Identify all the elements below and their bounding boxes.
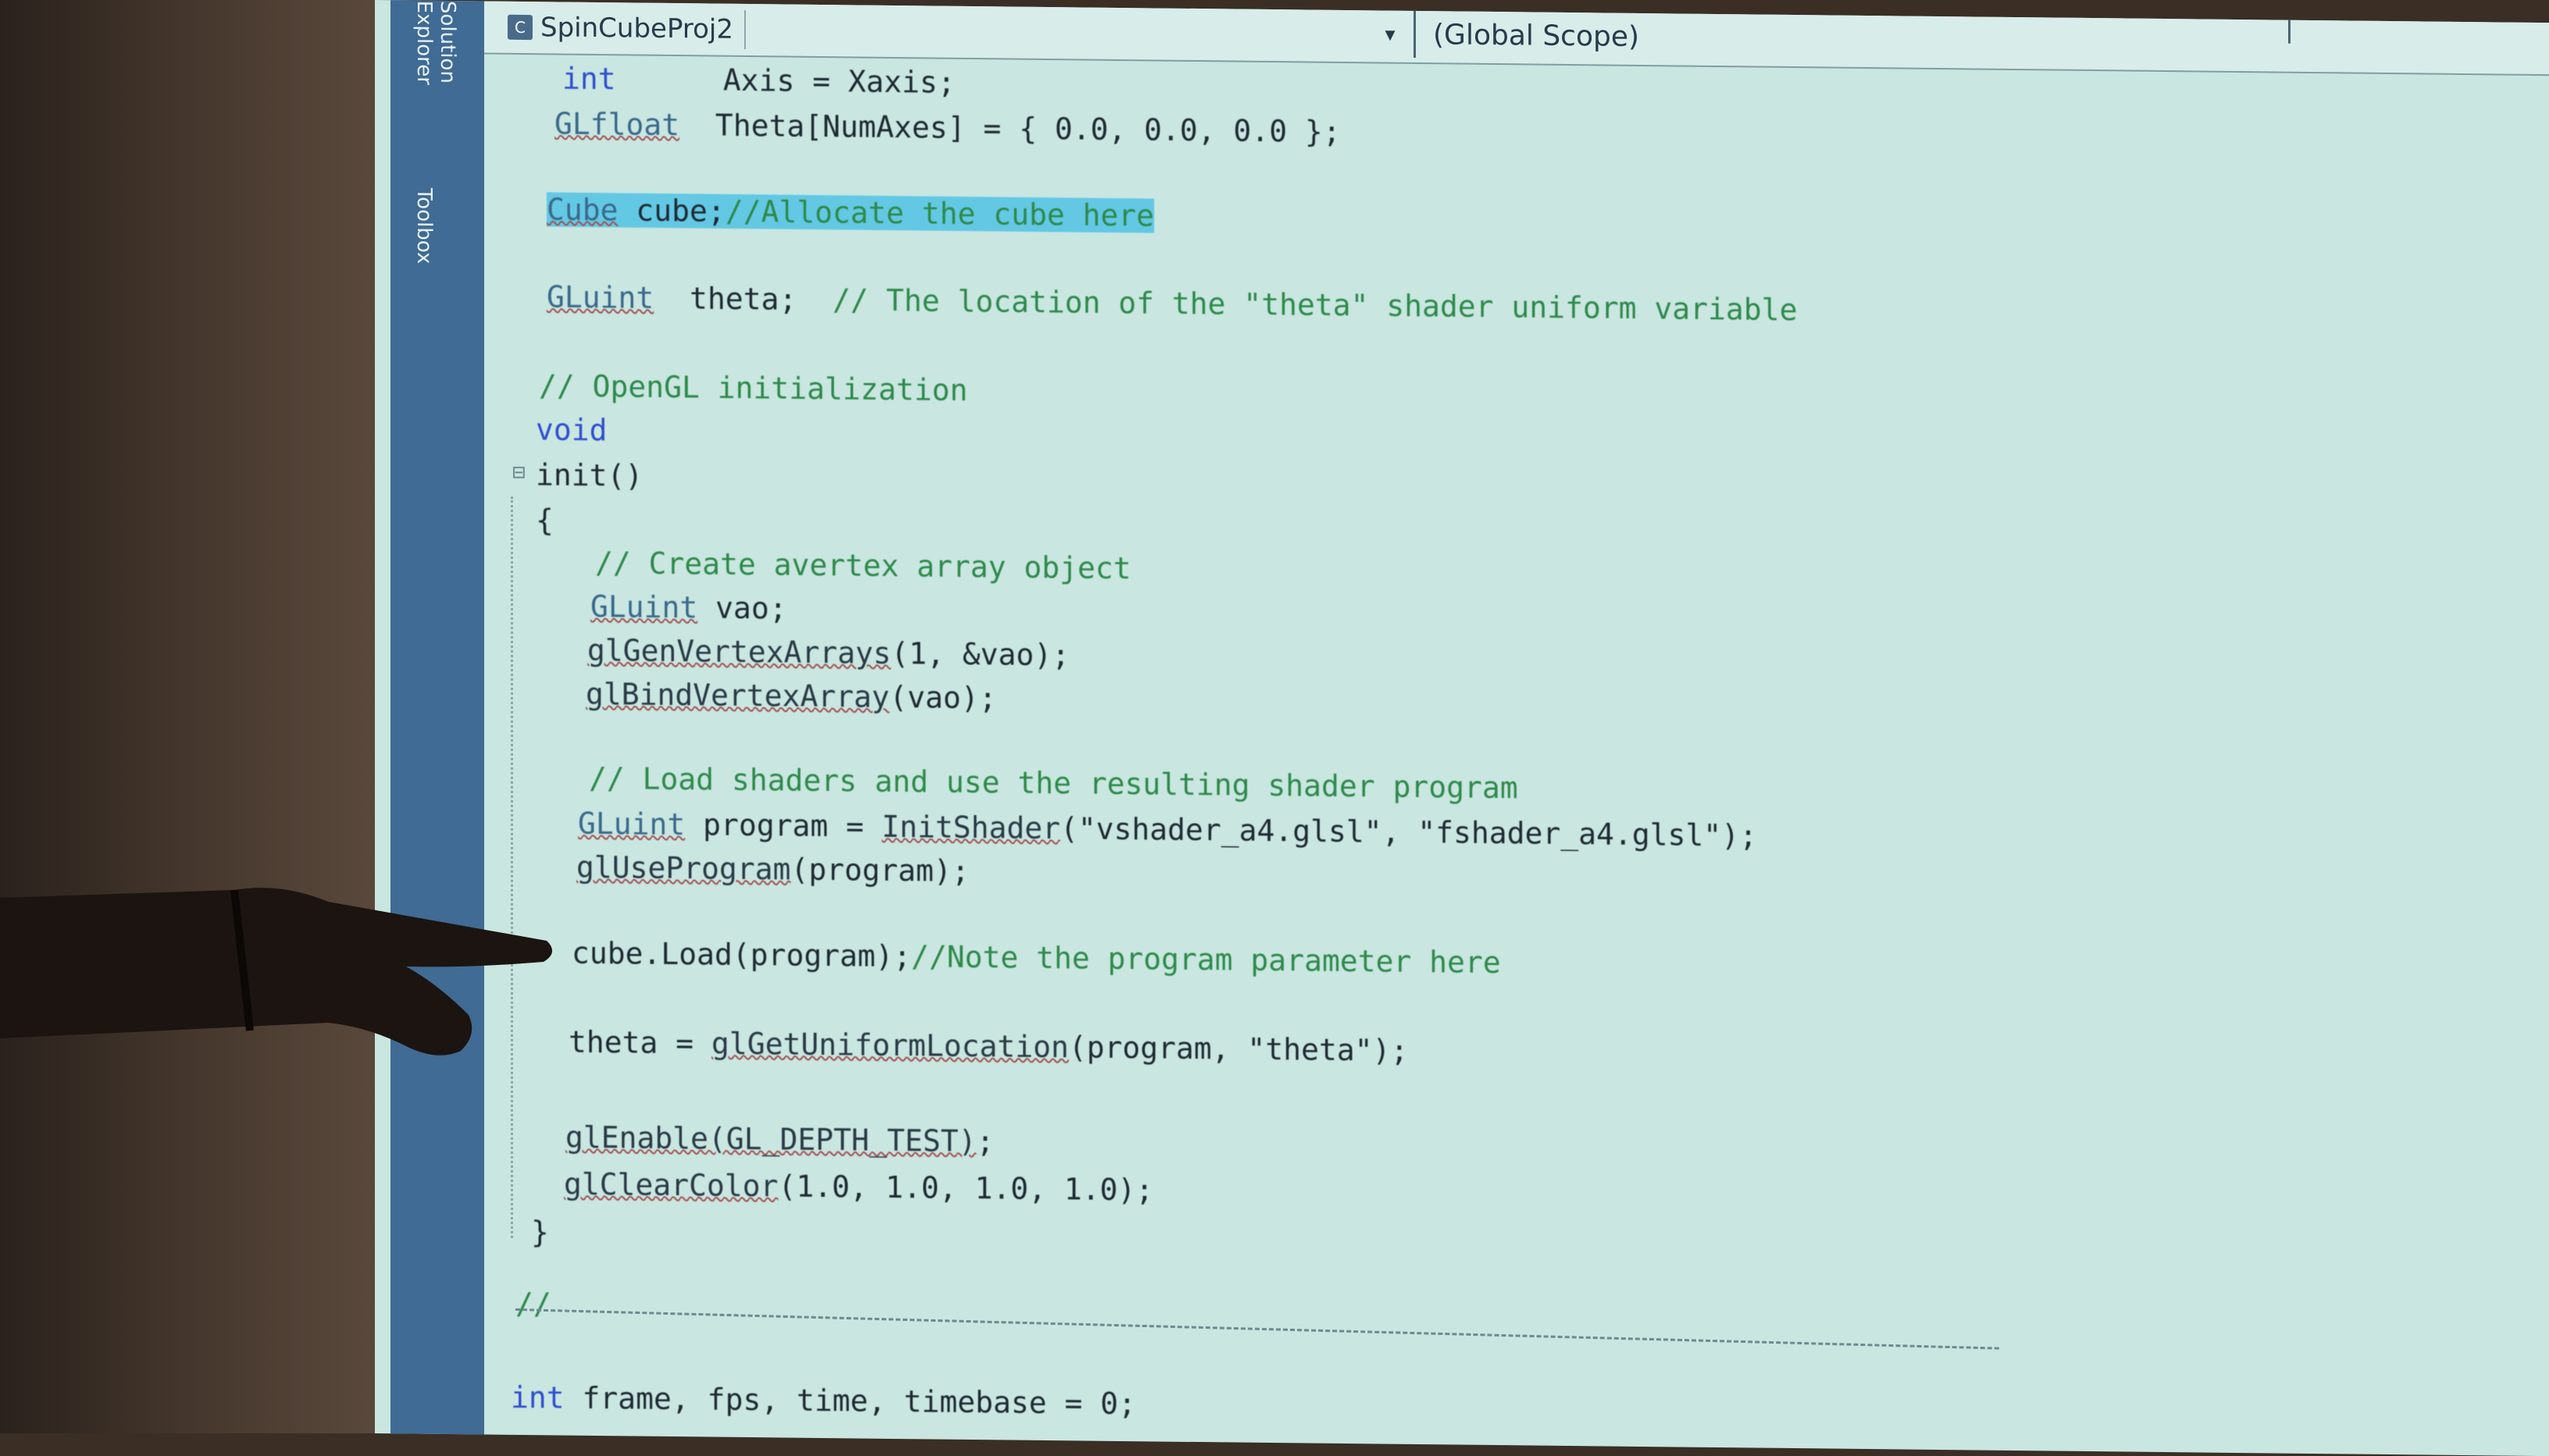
scope-label: (Global Scope) <box>1433 18 1640 53</box>
code-line: // Create avertex array object <box>595 545 1132 586</box>
code-line: GLuint program = InitShader("vshader_a4.… <box>578 806 1757 853</box>
code-line: { <box>536 503 554 538</box>
code-line: // Load shaders and use the resulting sh… <box>589 760 1518 806</box>
code-line: void <box>536 412 608 448</box>
scope-dropdown[interactable]: (Global Scope) <box>1414 10 2292 67</box>
code-line: glUseProgram(program); <box>576 849 970 888</box>
code-line: GLuint vao; <box>590 589 787 626</box>
side-tool-strip: Solution Explorer Toolbox <box>390 0 484 1435</box>
code-line: } <box>531 1215 549 1250</box>
project-dropdown[interactable]: C SpinCubeProj2 <box>497 7 746 49</box>
code-line: init() <box>536 457 643 493</box>
pointing-hand <box>0 888 553 1056</box>
code-line: // <box>515 1286 551 1322</box>
comment-separator-line <box>515 1308 1999 1350</box>
code-line: GLfloat Theta[NumAxes] = { 0.0, 0.0, 0.0… <box>554 106 1341 149</box>
dropdown-divider <box>2288 20 2291 44</box>
collapse-icon[interactable]: ⊟ <box>512 459 526 485</box>
code-editor[interactable]: int Axis = Xaxis; GLfloat Theta[NumAxes]… <box>484 52 2549 1456</box>
projected-editor-screen: Solution Explorer Toolbox C SpinCubeProj… <box>375 0 2549 1456</box>
code-line: glClearColor(1.0, 1.0, 1.0, 1.0); <box>564 1166 1153 1208</box>
code-line: glBindVertexArray(vao); <box>586 676 997 716</box>
code-line: // OpenGL initialization <box>539 368 968 408</box>
project-name: SpinCubeProj2 <box>540 12 733 45</box>
side-tab-solution-explorer[interactable]: Solution Explorer <box>412 1 459 166</box>
csharp-project-icon: C <box>508 14 533 41</box>
code-line: GLuint theta; // The location of the "th… <box>547 279 1798 328</box>
side-tab-toolbox[interactable]: Toolbox <box>412 188 436 313</box>
code-line: theta = glGetUniformLocation(program, "t… <box>569 1024 1409 1068</box>
code-line: glGenVertexArrays(1, &vao); <box>587 632 1070 673</box>
code-line: int Axis = Xaxis; <box>562 61 956 100</box>
chevron-down-icon[interactable]: ▾ <box>1374 15 1406 54</box>
code-line: cube.Load(program);//Note the program pa… <box>572 935 1501 981</box>
code-line-selected: Cube cube;//Allocate the cube here <box>547 192 1154 233</box>
code-line: glEnable(GL_DEPTH_TEST); <box>565 1120 995 1159</box>
room-background <box>0 0 422 1433</box>
code-line: int frame, fps, time, timebase = 0; <box>511 1379 1136 1422</box>
